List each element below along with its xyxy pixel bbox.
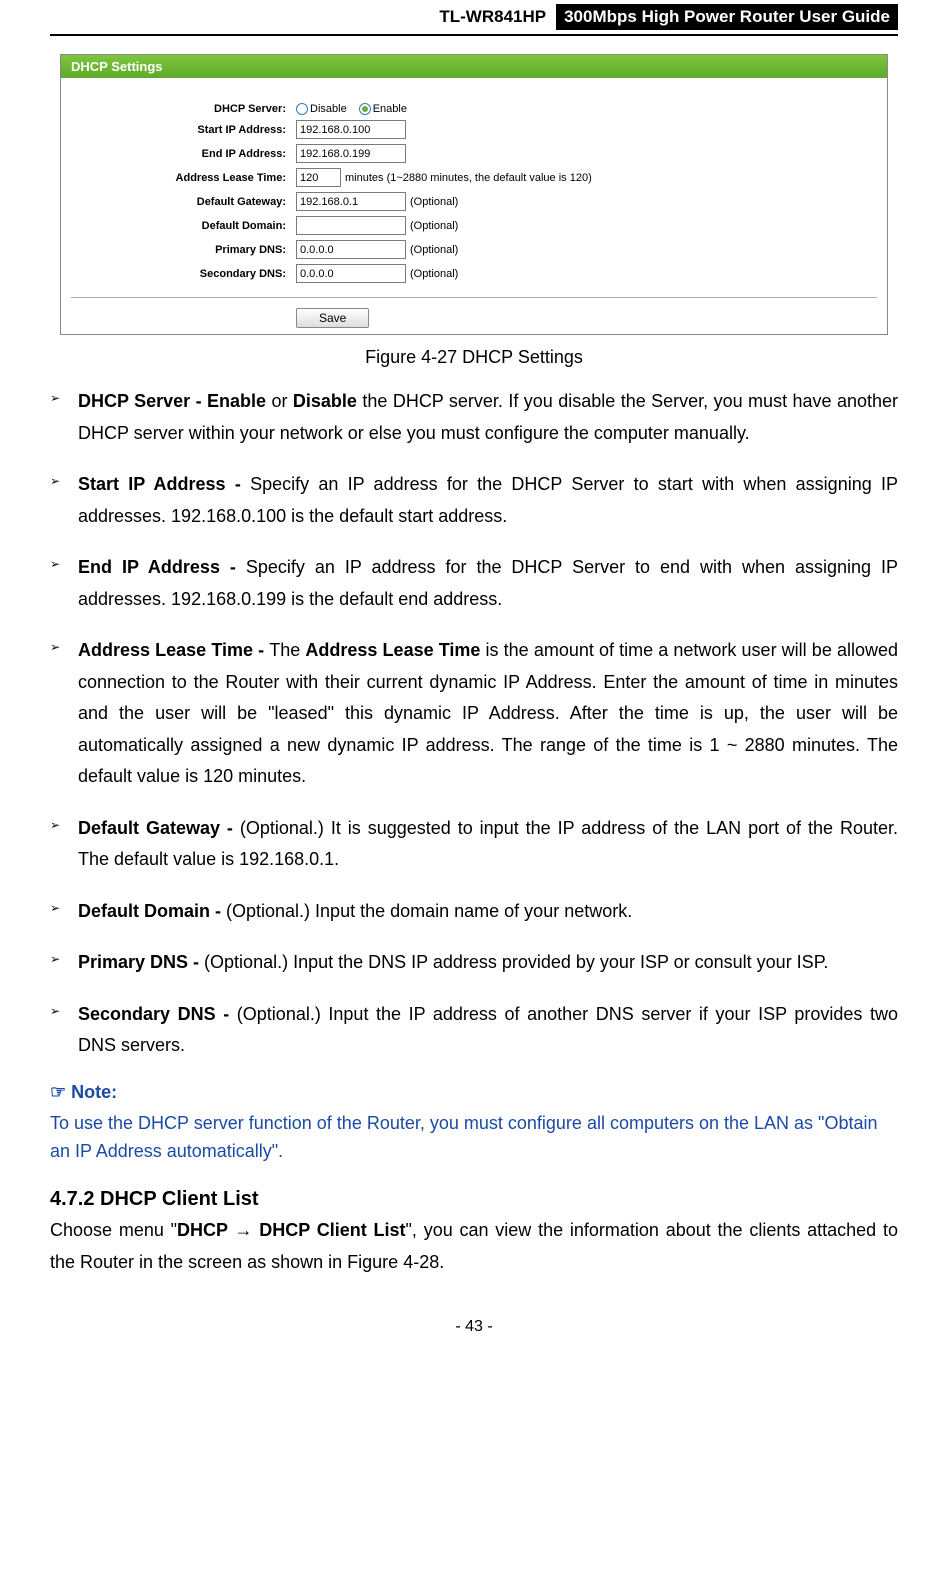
input-start-ip[interactable] xyxy=(296,120,406,139)
guide-title: 300Mbps High Power Router User Guide xyxy=(556,4,898,30)
list-item: Primary DNS - (Optional.) Input the DNS … xyxy=(50,947,898,979)
input-lease-time[interactable] xyxy=(296,168,341,187)
label-domain: Default Domain: xyxy=(61,220,296,232)
list-item: End IP Address - Specify an IP address f… xyxy=(50,552,898,615)
row-dhcp-server: DHCP Server: Disable Enable xyxy=(61,103,887,115)
radio-enable-label: Enable xyxy=(373,103,407,115)
radio-icon xyxy=(359,103,371,115)
row-gateway: Default Gateway: (Optional) xyxy=(61,192,887,211)
item-bold: Start IP Address - xyxy=(78,474,250,494)
row-primary-dns: Primary DNS: (Optional) xyxy=(61,240,887,259)
pointing-hand-icon: ☞ xyxy=(50,1082,66,1102)
item-bold: End IP Address - xyxy=(78,557,246,577)
save-button[interactable]: Save xyxy=(296,308,369,328)
input-gateway[interactable] xyxy=(296,192,406,211)
list-item: Secondary DNS - (Optional.) Input the IP… xyxy=(50,999,898,1062)
item-bold: Address Lease Time - xyxy=(78,640,269,660)
section-heading: 4.7.2 DHCP Client List xyxy=(50,1188,898,1211)
dhcp-settings-panel: DHCP Settings DHCP Server: Disable Enabl… xyxy=(60,54,888,335)
item-bold: Secondary DNS - xyxy=(78,1004,237,1024)
secondary-dns-optional: (Optional) xyxy=(410,268,458,280)
panel-title: DHCP Settings xyxy=(61,55,887,78)
label-secondary-dns: Secondary DNS: xyxy=(61,268,296,280)
row-secondary-dns: Secondary DNS: (Optional) xyxy=(61,264,887,283)
input-secondary-dns[interactable] xyxy=(296,264,406,283)
lease-suffix: minutes (1~2880 minutes, the default val… xyxy=(345,172,592,184)
menu-path: DHCP → DHCP Client List xyxy=(177,1220,405,1240)
input-domain[interactable] xyxy=(296,216,406,235)
description-list: DHCP Server - Enable or Disable the DHCP… xyxy=(50,386,898,1062)
row-domain: Default Domain: (Optional) xyxy=(61,216,887,235)
label-primary-dns: Primary DNS: xyxy=(61,244,296,256)
label-dhcp-server: DHCP Server: xyxy=(61,103,296,115)
label-lease-time: Address Lease Time: xyxy=(61,172,296,184)
list-item: Default Domain - (Optional.) Input the d… xyxy=(50,896,898,928)
note-label: Note: xyxy=(66,1082,117,1102)
radio-disable[interactable]: Disable xyxy=(296,103,347,115)
radio-icon xyxy=(296,103,308,115)
item-bold: Default Domain - xyxy=(78,901,226,921)
input-primary-dns[interactable] xyxy=(296,240,406,259)
list-item: DHCP Server - Enable or Disable the DHCP… xyxy=(50,386,898,449)
item-bold: Address Lease Time xyxy=(305,640,480,660)
item-bold: DHCP Server - Enable xyxy=(78,391,266,411)
label-end-ip: End IP Address: xyxy=(61,148,296,160)
doc-header: TL-WR841HP 300Mbps High Power Router Use… xyxy=(50,0,898,36)
model-number: TL-WR841HP xyxy=(433,5,552,29)
label-start-ip: Start IP Address: xyxy=(61,124,296,136)
list-item: Default Gateway - (Optional.) It is sugg… xyxy=(50,813,898,876)
note-header: ☞ Note: xyxy=(50,1082,898,1103)
page-number: - 43 - xyxy=(50,1318,898,1336)
primary-dns-optional: (Optional) xyxy=(410,244,458,256)
item-bold: Primary DNS - xyxy=(78,952,204,972)
list-item: Address Lease Time - The Address Lease T… xyxy=(50,635,898,793)
figure-caption: Figure 4-27 DHCP Settings xyxy=(50,347,898,368)
section-text: Choose menu "DHCP → DHCP Client List", y… xyxy=(50,1215,898,1278)
panel-body: DHCP Server: Disable Enable Start IP Add… xyxy=(61,78,887,334)
item-bold: Default Gateway - xyxy=(78,818,240,838)
row-lease-time: Address Lease Time: minutes (1~2880 minu… xyxy=(61,168,887,187)
row-end-ip: End IP Address: xyxy=(61,144,887,163)
item-bold: Disable xyxy=(293,391,357,411)
gateway-optional: (Optional) xyxy=(410,196,458,208)
radio-enable[interactable]: Enable xyxy=(359,103,407,115)
label-gateway: Default Gateway: xyxy=(61,196,296,208)
domain-optional: (Optional) xyxy=(410,220,458,232)
row-start-ip: Start IP Address: xyxy=(61,120,887,139)
divider xyxy=(71,297,877,298)
list-item: Start IP Address - Specify an IP address… xyxy=(50,469,898,532)
input-end-ip[interactable] xyxy=(296,144,406,163)
note-body: To use the DHCP server function of the R… xyxy=(50,1109,898,1167)
radio-disable-label: Disable xyxy=(310,103,347,115)
